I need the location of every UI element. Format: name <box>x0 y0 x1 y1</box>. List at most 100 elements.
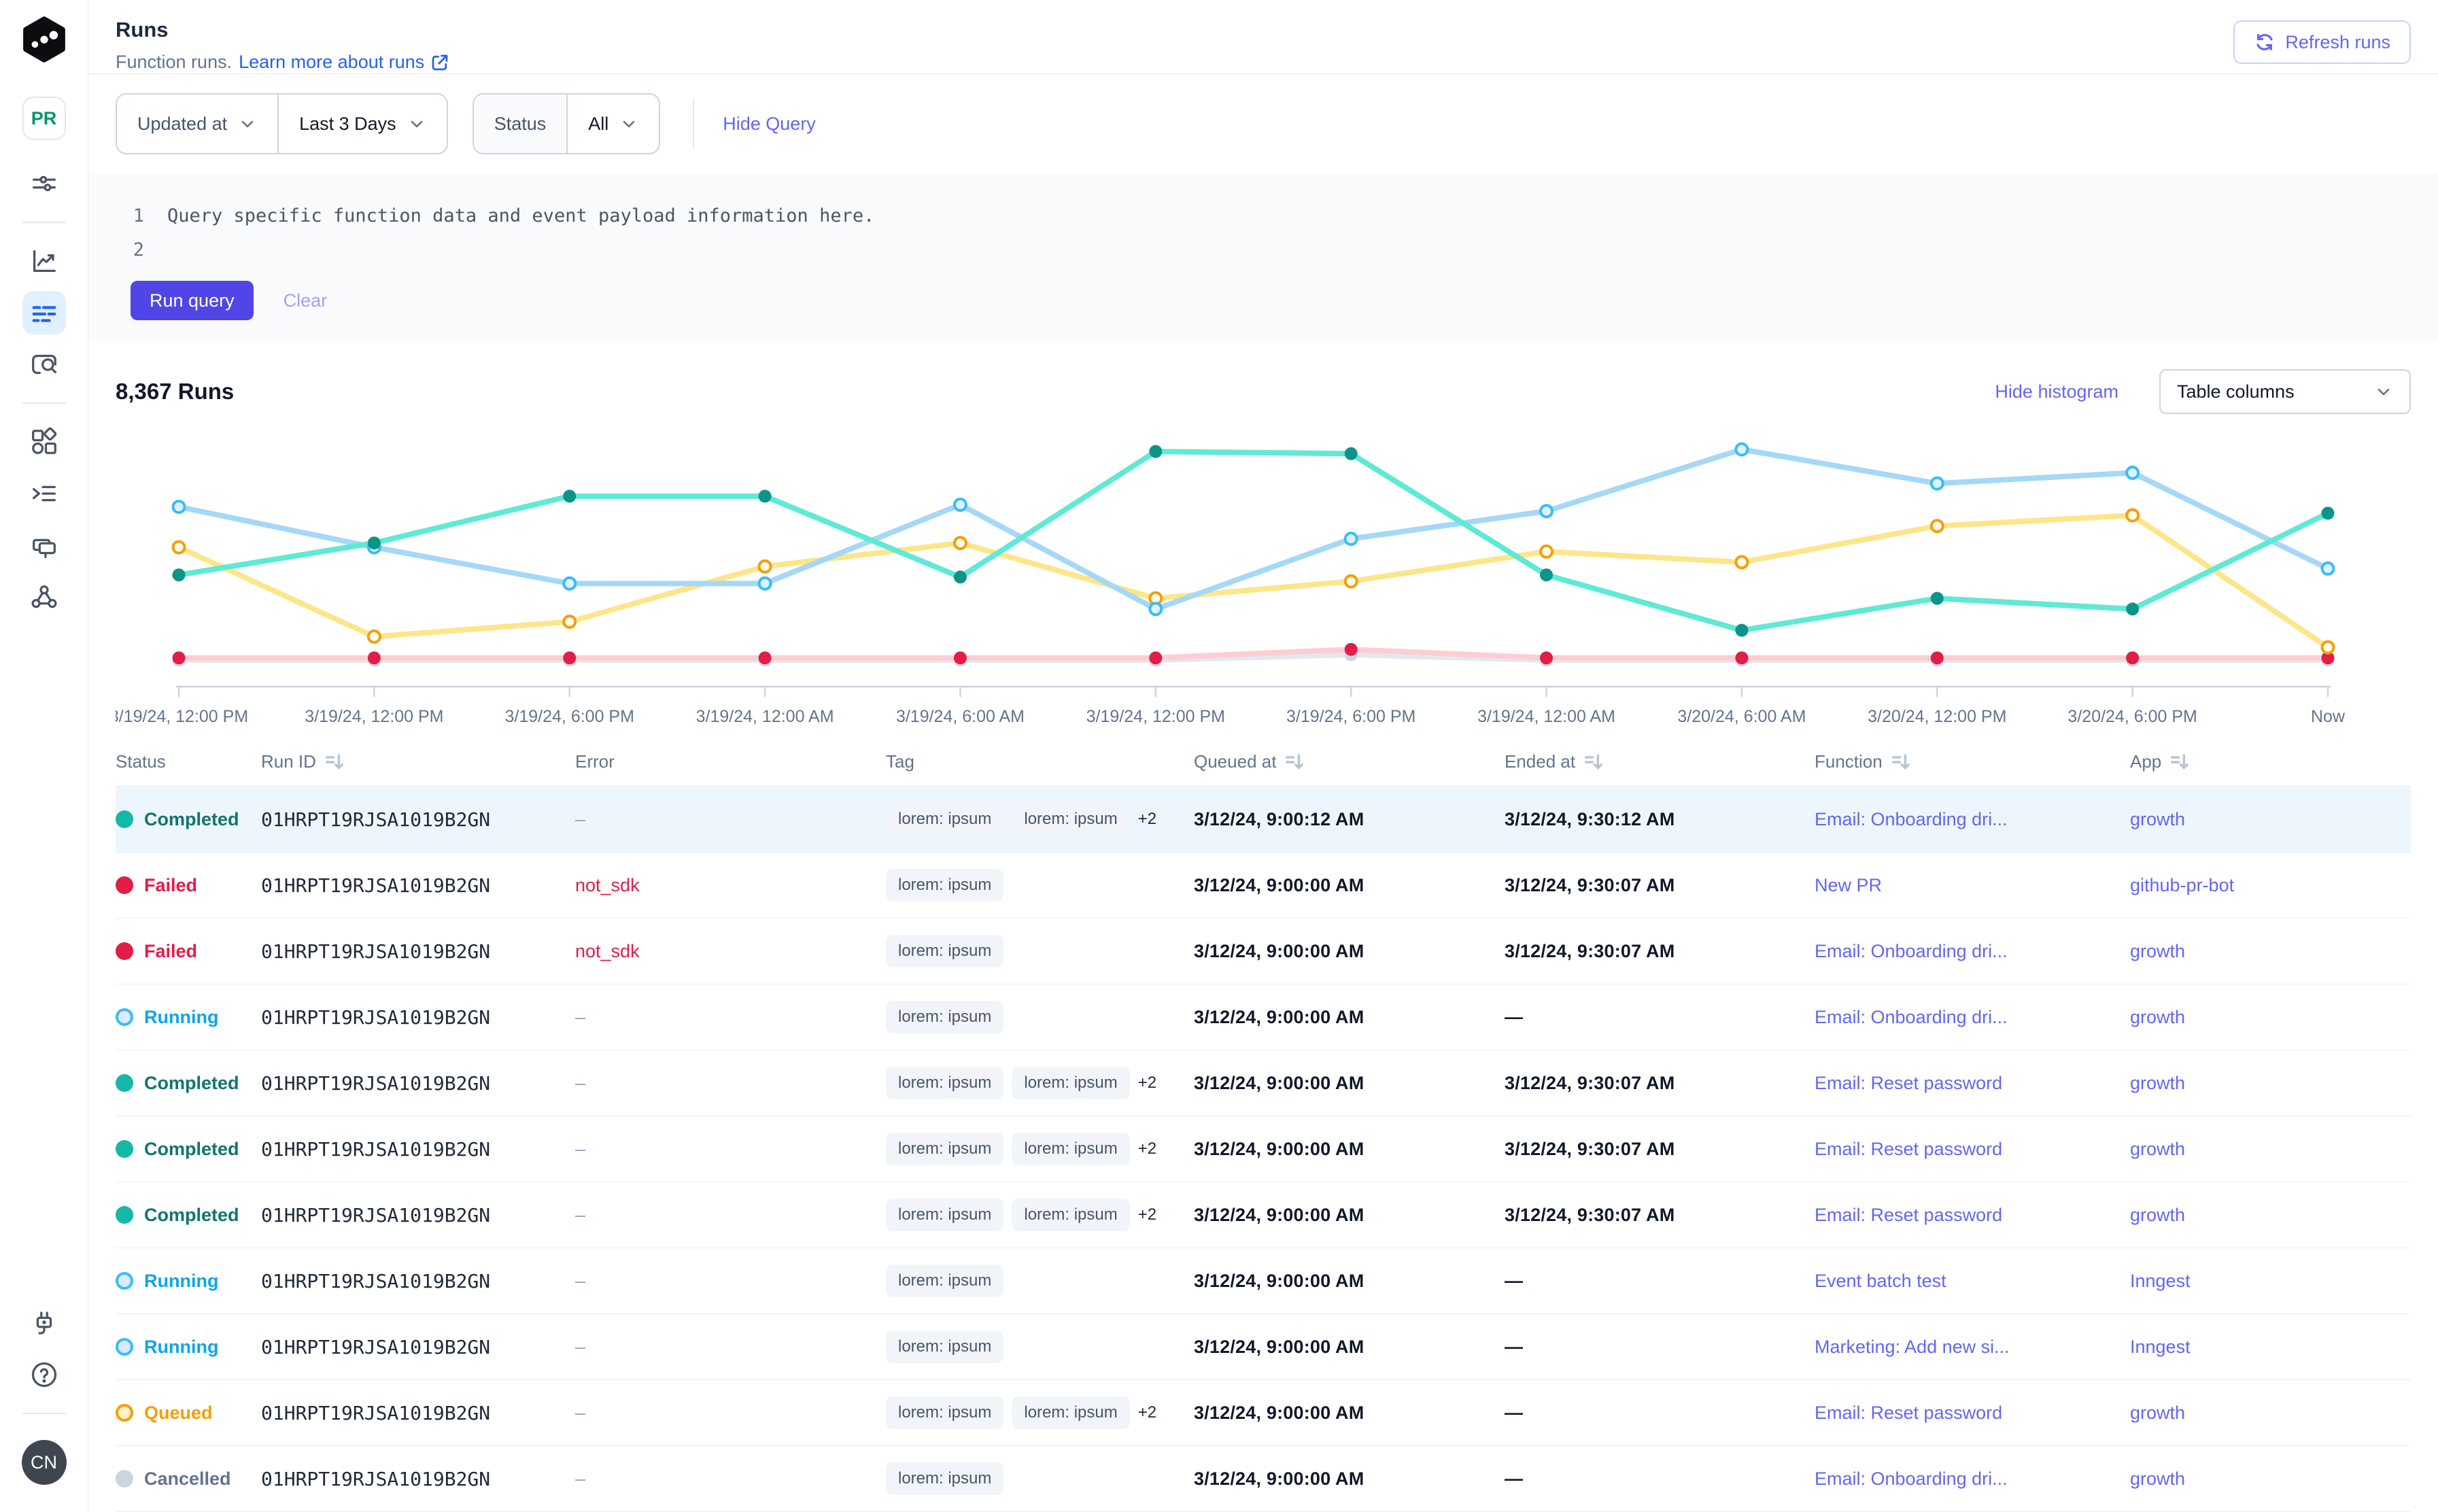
status-label: Completed <box>144 1139 239 1160</box>
run-id-cell: 01HRPT19RJSA1019B2GN <box>261 1402 575 1424</box>
query-editor[interactable]: 1 Query specific function data and event… <box>88 175 2438 341</box>
sidebar-item-traces[interactable] <box>22 343 66 386</box>
ended-at-cell: — <box>1505 1403 1815 1424</box>
chevron-down-icon <box>407 114 426 133</box>
app-link[interactable]: growth <box>2130 1007 2185 1027</box>
sidebar-item-integrations[interactable] <box>22 1301 66 1345</box>
app-link[interactable]: growth <box>2130 1139 2185 1159</box>
learn-more-label: Learn more about runs <box>239 52 424 73</box>
function-link[interactable]: Email: Reset password <box>1815 1403 2002 1423</box>
function-link[interactable]: Email: Onboarding dri... <box>1815 941 2008 961</box>
app-cell: growth <box>2130 1403 2411 1424</box>
column-header-queued-at[interactable]: Queued at <box>1194 751 1505 774</box>
sidebar-item-apps[interactable] <box>22 420 66 464</box>
status-cell: Cancelled <box>116 1468 261 1490</box>
app-cell: growth <box>2130 809 2411 830</box>
table-row[interactable]: Completed 01HRPT19RJSA1019B2GN – lorem: … <box>116 787 2411 853</box>
metrics-chart-icon <box>29 245 60 277</box>
table-row[interactable]: Failed 01HRPT19RJSA1019B2GN not_sdk lore… <box>116 853 2411 918</box>
workspace-badge[interactable]: PR <box>22 97 66 140</box>
table-row[interactable]: Completed 01HRPT19RJSA1019B2GN – lorem: … <box>116 1050 2411 1116</box>
tag-more-count: +2 <box>1138 1205 1156 1224</box>
function-link[interactable]: Marketing: Add new si... <box>1815 1337 2010 1357</box>
app-cell: growth <box>2130 941 2411 962</box>
table-columns-select[interactable]: Table columns <box>2159 369 2411 414</box>
app-link[interactable]: github-pr-bot <box>2130 875 2234 895</box>
app-link[interactable]: growth <box>2130 1205 2185 1225</box>
sort-field-select[interactable]: Updated at <box>117 94 277 153</box>
status-filter-group: Status All <box>473 93 661 154</box>
user-avatar[interactable]: CN <box>22 1440 67 1485</box>
run-query-button[interactable]: Run query <box>131 281 254 320</box>
app-link[interactable]: Inngest <box>2130 1271 2191 1291</box>
sidebar-item-webhooks[interactable] <box>22 575 66 619</box>
function-link[interactable]: Email: Onboarding dri... <box>1815 809 2008 829</box>
time-range-select[interactable]: Last 3 Days <box>277 94 447 153</box>
status-dot <box>116 1140 133 1158</box>
table-row[interactable]: Completed 01HRPT19RJSA1019B2GN – lorem: … <box>116 1182 2411 1248</box>
svg-text:3/19/24, 12:00 AM: 3/19/24, 12:00 AM <box>696 707 834 726</box>
status-dot <box>116 1272 133 1290</box>
error-cell: – <box>575 1468 886 1490</box>
queued-at-cell: 3/12/24, 9:00:00 AM <box>1194 941 1505 962</box>
chevron-down-icon <box>2374 382 2393 401</box>
status-dot <box>116 1008 133 1026</box>
table-row[interactable]: Queued 01HRPT19RJSA1019B2GN – lorem: ips… <box>116 1380 2411 1446</box>
function-link[interactable]: Email: Reset password <box>1815 1073 2002 1093</box>
run-id-cell: 01HRPT19RJSA1019B2GN <box>261 940 575 963</box>
column-header-error: Error <box>575 751 886 772</box>
table-row[interactable]: Running 01HRPT19RJSA1019B2GN – lorem: ip… <box>116 1314 2411 1380</box>
status-label: Running <box>144 1337 218 1358</box>
app-link[interactable]: growth <box>2130 941 2185 961</box>
app-link[interactable]: growth <box>2130 809 2185 829</box>
sort-icon <box>1889 751 1912 774</box>
sort-field-value: Updated at <box>137 114 227 135</box>
column-header-app[interactable]: App <box>2130 751 2411 774</box>
ended-at-cell: 3/12/24, 9:30:07 AM <box>1505 875 1815 896</box>
sidebar-item-filters[interactable] <box>22 162 66 205</box>
queued-at-cell: 3/12/24, 9:00:00 AM <box>1194 875 1505 896</box>
function-link[interactable]: Email: Reset password <box>1815 1205 2002 1225</box>
sidebar-item-events[interactable] <box>22 472 66 515</box>
sidebar-item-runs[interactable] <box>22 291 66 334</box>
function-cell: Email: Onboarding dri... <box>1815 1468 2130 1490</box>
app-link[interactable]: growth <box>2130 1403 2185 1423</box>
column-header-run-id[interactable]: Run ID <box>261 751 575 774</box>
filters-divider <box>693 99 694 148</box>
sidebar-item-help[interactable] <box>22 1353 66 1396</box>
table-row[interactable]: Running 01HRPT19RJSA1019B2GN – lorem: ip… <box>116 1248 2411 1314</box>
table-row[interactable]: Running 01HRPT19RJSA1019B2GN – lorem: ip… <box>116 984 2411 1050</box>
function-link[interactable]: Email: Reset password <box>1815 1139 2002 1159</box>
sidebar-item-metrics[interactable] <box>22 239 66 283</box>
hide-histogram-link[interactable]: Hide histogram <box>1995 381 2118 402</box>
status-filter-select[interactable]: All <box>566 94 659 153</box>
query-line-2: 2 <box>88 233 2438 267</box>
apps-grid-icon <box>29 426 60 458</box>
line-number: 2 <box>88 233 167 267</box>
sidebar-divider <box>22 1413 66 1414</box>
app-link[interactable]: Inngest <box>2130 1337 2191 1357</box>
tag-cell: lorem: ipsum <box>886 869 1194 901</box>
column-header-ended-at[interactable]: Ended at <box>1505 751 1815 774</box>
refresh-runs-button[interactable]: Refresh runs <box>2233 20 2411 64</box>
table-row[interactable]: Failed 01HRPT19RJSA1019B2GN not_sdk lore… <box>116 918 2411 984</box>
status-dot <box>116 1206 133 1224</box>
queued-at-cell: 3/12/24, 9:00:00 AM <box>1194 1007 1505 1028</box>
ended-at-cell: 3/12/24, 9:30:12 AM <box>1505 809 1815 830</box>
function-link[interactable]: Event batch test <box>1815 1271 1946 1291</box>
function-link[interactable]: New PR <box>1815 875 1882 895</box>
app-link[interactable]: growth <box>2130 1073 2185 1093</box>
status-label: Completed <box>144 1073 239 1094</box>
learn-more-link[interactable]: Learn more about runs <box>239 52 450 73</box>
table-row[interactable]: Cancelled 01HRPT19RJSA1019B2GN – lorem: … <box>116 1446 2411 1512</box>
clear-query-button[interactable]: Clear <box>284 290 328 311</box>
hide-query-link[interactable]: Hide Query <box>723 114 816 135</box>
column-header-function[interactable]: Function <box>1815 751 2130 774</box>
table-row[interactable]: Completed 01HRPT19RJSA1019B2GN – lorem: … <box>116 1116 2411 1182</box>
inngest-logo-icon[interactable] <box>21 15 67 64</box>
plug-icon <box>29 1307 60 1339</box>
sidebar-item-functions[interactable] <box>22 523 66 567</box>
function-link[interactable]: Email: Onboarding dri... <box>1815 1007 2008 1027</box>
function-link[interactable]: Email: Onboarding dri... <box>1815 1468 2008 1489</box>
app-link[interactable]: growth <box>2130 1468 2185 1489</box>
